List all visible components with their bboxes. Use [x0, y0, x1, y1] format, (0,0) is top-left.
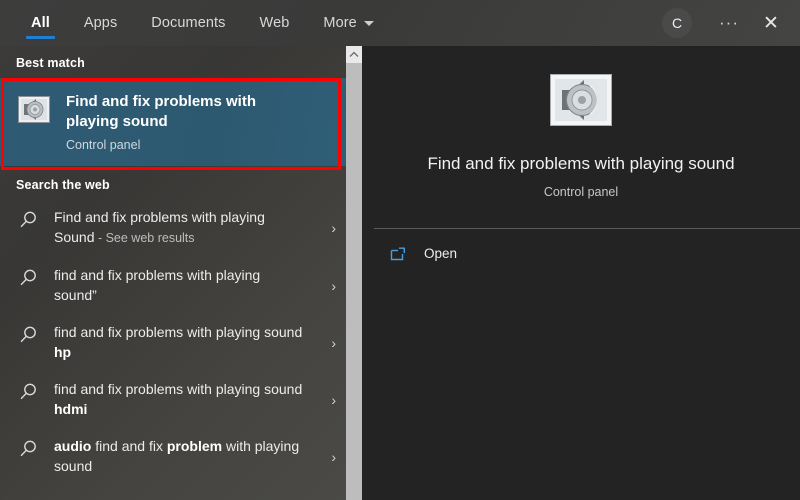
search-flyout: All Apps Documents Web More C ··· ✕ Best… [0, 0, 800, 500]
search-icon [18, 439, 40, 464]
tab-apps-label: Apps [83, 15, 118, 31]
best-match-container: Find and fix problems with playing sound… [0, 78, 362, 170]
list-item[interactable]: find and fix problems with playing sound… [0, 257, 362, 314]
chevron-right-icon: › [331, 220, 336, 236]
search-icon [18, 210, 40, 235]
search-icon [18, 382, 40, 407]
chevron-right-icon: › [331, 277, 336, 294]
open-external-icon [390, 247, 406, 261]
result-bold: problem [166, 438, 223, 454]
close-icon: ✕ [763, 12, 779, 34]
close-button[interactable]: ✕ [752, 4, 790, 42]
list-item[interactable]: audio find and fix problem with playing … [0, 428, 362, 485]
open-action-label: Open [424, 246, 458, 261]
preview-subtitle: Control panel [543, 185, 619, 199]
tab-documents-label: Documents [151, 15, 226, 31]
best-match-title: Find and fix problems with playing sound [66, 93, 257, 130]
results-pane: Best match Find and fix problems with pl… [0, 46, 362, 500]
chevron-right-icon: › [331, 334, 336, 351]
list-item[interactable]: Find and fix problems with playing Sound… [0, 199, 362, 257]
search-icon [18, 325, 40, 350]
tab-all[interactable]: All [14, 0, 67, 46]
result-text: find and fix problems with playing sound… [54, 267, 261, 303]
chevron-right-icon: › [331, 391, 336, 408]
best-match-text: Find and fix problems with playing sound… [66, 92, 286, 152]
scroll-up-icon[interactable] [346, 46, 362, 63]
result-text: find and fix problems with playing sound [54, 381, 303, 397]
tab-more-label: More [323, 15, 357, 31]
results-scrollbar[interactable] [346, 46, 362, 500]
avatar-initial: C [671, 15, 683, 31]
tab-apps[interactable]: Apps [67, 0, 134, 46]
preview-title: Find and fix problems with playing sound [427, 154, 735, 173]
result-text: find and fix problems with playing sound [54, 324, 303, 340]
search-icon [18, 268, 40, 293]
ellipsis-icon: ··· [719, 13, 739, 32]
search-web-heading: Search the web [16, 178, 110, 192]
tab-bar: All Apps Documents Web More [0, 0, 391, 46]
result-bold: hp [54, 343, 72, 360]
list-item[interactable]: find and fix problems with playing sound… [0, 371, 362, 428]
topbar-controls: C ··· ✕ [662, 0, 800, 46]
open-action[interactable]: Open [390, 246, 457, 261]
list-item-label: find and fix problems with playing sound… [54, 323, 304, 362]
preview-pane: Find and fix problems with playing sound… [362, 46, 800, 500]
list-item[interactable]: find and fix problems with playing sound… [0, 314, 362, 371]
chevron-right-icon: › [331, 448, 336, 465]
result-text: find and fix [91, 438, 167, 454]
result-bold: hdmi [54, 400, 88, 417]
tab-active-underline [26, 36, 55, 39]
list-item-label: audio find and fix problem with playing … [54, 437, 304, 476]
scrollbar-thumb[interactable] [346, 63, 362, 500]
preview-divider [374, 228, 800, 229]
chevron-down-icon [363, 20, 374, 26]
tab-documents[interactable]: Documents [134, 0, 242, 46]
more-options-button[interactable]: ··· [710, 4, 748, 42]
tab-all-label: All [31, 15, 50, 31]
search-topbar: All Apps Documents Web More C ··· ✕ [0, 0, 800, 46]
sound-speaker-icon [18, 96, 50, 128]
tab-more[interactable]: More [306, 0, 390, 46]
list-item-label: find and fix problems with playing sound… [54, 380, 304, 419]
search-body: Best match Find and fix problems with pl… [0, 46, 800, 500]
best-match-subtitle: Control panel [66, 138, 141, 152]
result-bold-prefix: audio [54, 438, 92, 454]
sound-speaker-icon [550, 74, 612, 131]
tab-web-label: Web [259, 15, 290, 31]
list-item-label: Find and fix problems with playing Sound… [54, 208, 304, 248]
avatar[interactable]: C [662, 8, 692, 38]
result-suffix: - See web results [94, 230, 195, 245]
best-match-item[interactable]: Find and fix problems with playing sound… [0, 78, 362, 166]
list-item-label: find and fix problems with playing sound… [54, 266, 304, 305]
tab-web[interactable]: Web [243, 0, 307, 46]
best-match-heading: Best match [16, 56, 85, 70]
